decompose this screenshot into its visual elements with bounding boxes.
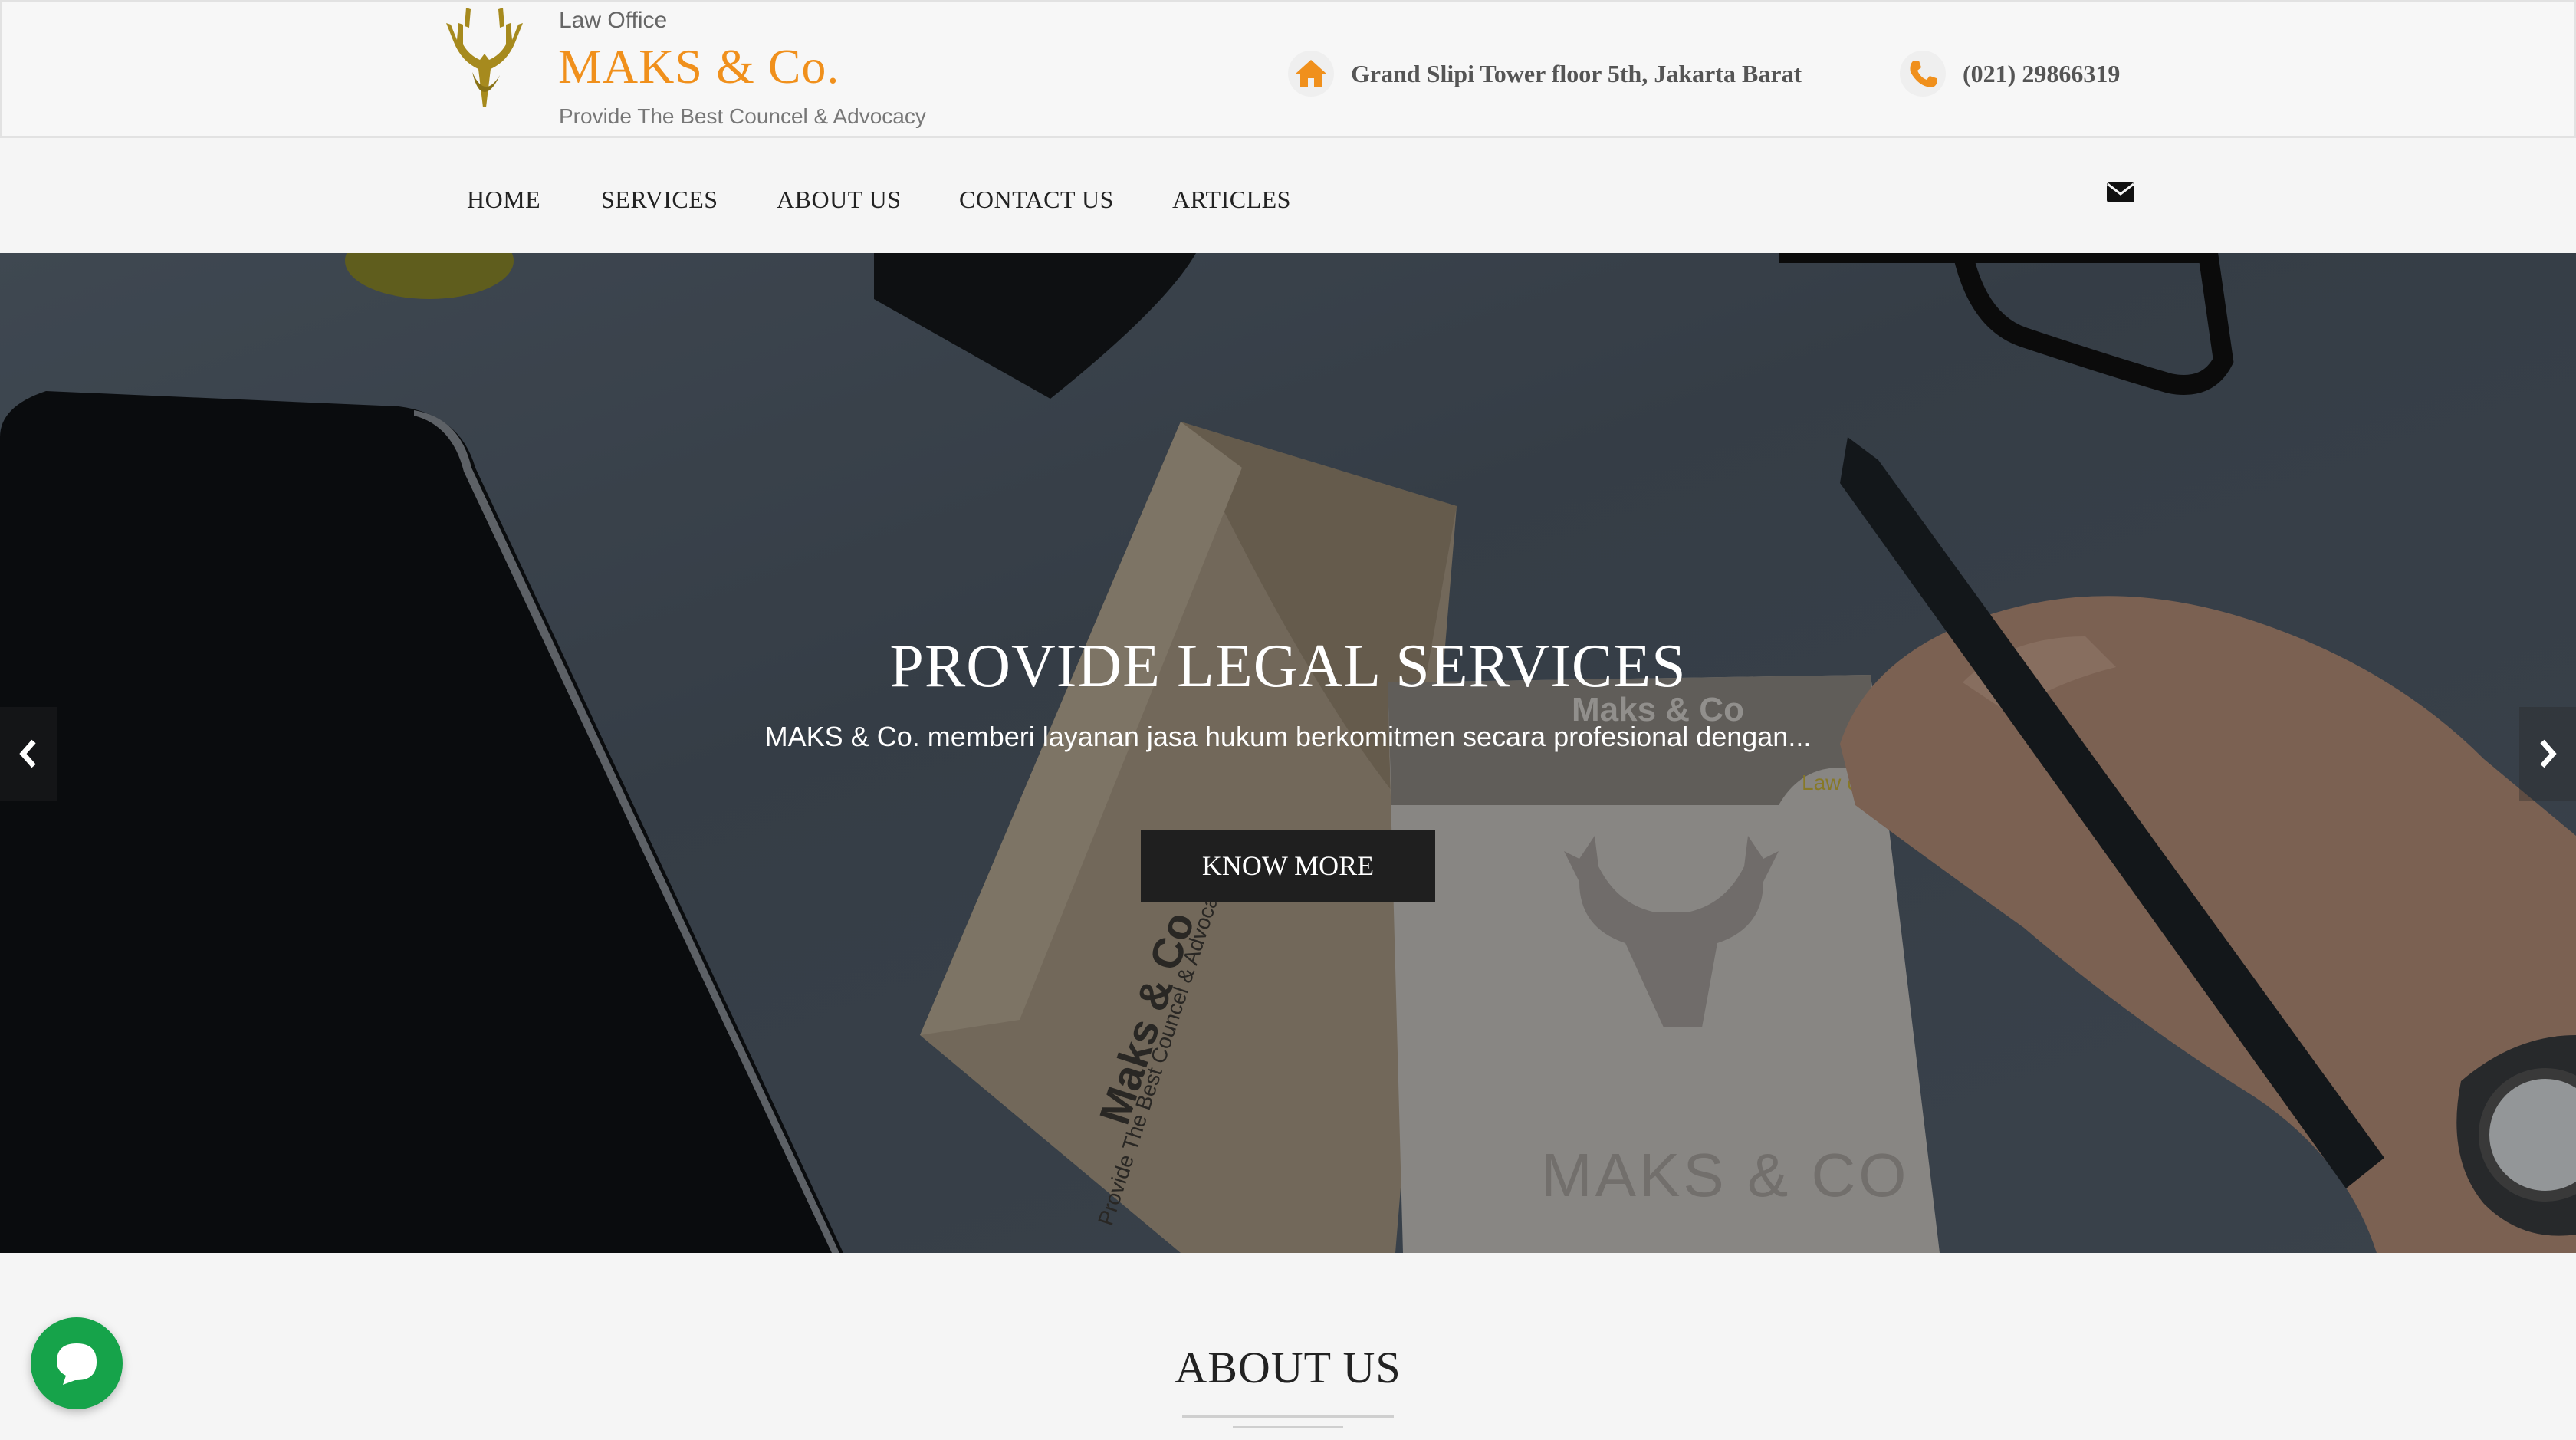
about-divider — [1182, 1415, 1394, 1418]
know-more-button[interactable]: KNOW MORE — [1141, 830, 1435, 902]
envelope-icon[interactable] — [2105, 181, 2136, 204]
slider-next-button[interactable] — [2519, 707, 2576, 801]
chat-bubble-icon — [57, 1343, 97, 1385]
brand-name[interactable]: MAKS & Co. — [558, 38, 840, 95]
hero-slider: Maks & Co Law office MAKS & CO Maks & Co… — [0, 253, 2576, 1253]
top-header: Law Office MAKS & Co. Provide The Best C… — [0, 0, 2576, 138]
hero-subtitle: MAKS & Co. memberi layanan jasa hukum be… — [764, 721, 1812, 752]
nav-item-services[interactable]: SERVICES — [601, 186, 718, 214]
slider-prev-button[interactable] — [0, 707, 57, 801]
nav-item-home[interactable]: HOME — [467, 186, 540, 214]
hero-overlay — [0, 253, 2576, 1253]
about-section: ABOUT US — [0, 1253, 2576, 1440]
address-text: Grand Slipi Tower floor 5th, Jakarta Bar… — [1351, 59, 1802, 87]
deer-antler-logo-icon[interactable] — [439, 8, 531, 107]
phone-block[interactable]: (021) 29866319 — [1900, 51, 2120, 97]
chevron-right-icon — [2540, 739, 2557, 768]
about-divider-short — [1233, 1426, 1343, 1428]
nav-item-articles[interactable]: ARTICLES — [1172, 186, 1291, 214]
brand-small-label: Law Office — [559, 8, 668, 33]
chat-widget-button[interactable] — [31, 1317, 123, 1409]
home-icon — [1288, 51, 1334, 97]
hero-title: PROVIDE LEGAL SERVICES — [889, 633, 1687, 700]
chevron-left-icon — [19, 739, 36, 768]
phone-icon — [1900, 51, 1946, 97]
main-nav: HOME SERVICES ABOUT US CONTACT US ARTICL… — [0, 138, 2576, 253]
nav-item-contact-us[interactable]: CONTACT US — [959, 186, 1114, 214]
address-block: Grand Slipi Tower floor 5th, Jakarta Bar… — [1288, 51, 1802, 97]
about-title: ABOUT US — [1175, 1343, 1401, 1392]
brand-tagline: Provide The Best Councel & Advocacy — [559, 104, 926, 128]
nav-item-about-us[interactable]: ABOUT US — [777, 186, 902, 214]
phone-text[interactable]: (021) 29866319 — [1963, 60, 2120, 88]
